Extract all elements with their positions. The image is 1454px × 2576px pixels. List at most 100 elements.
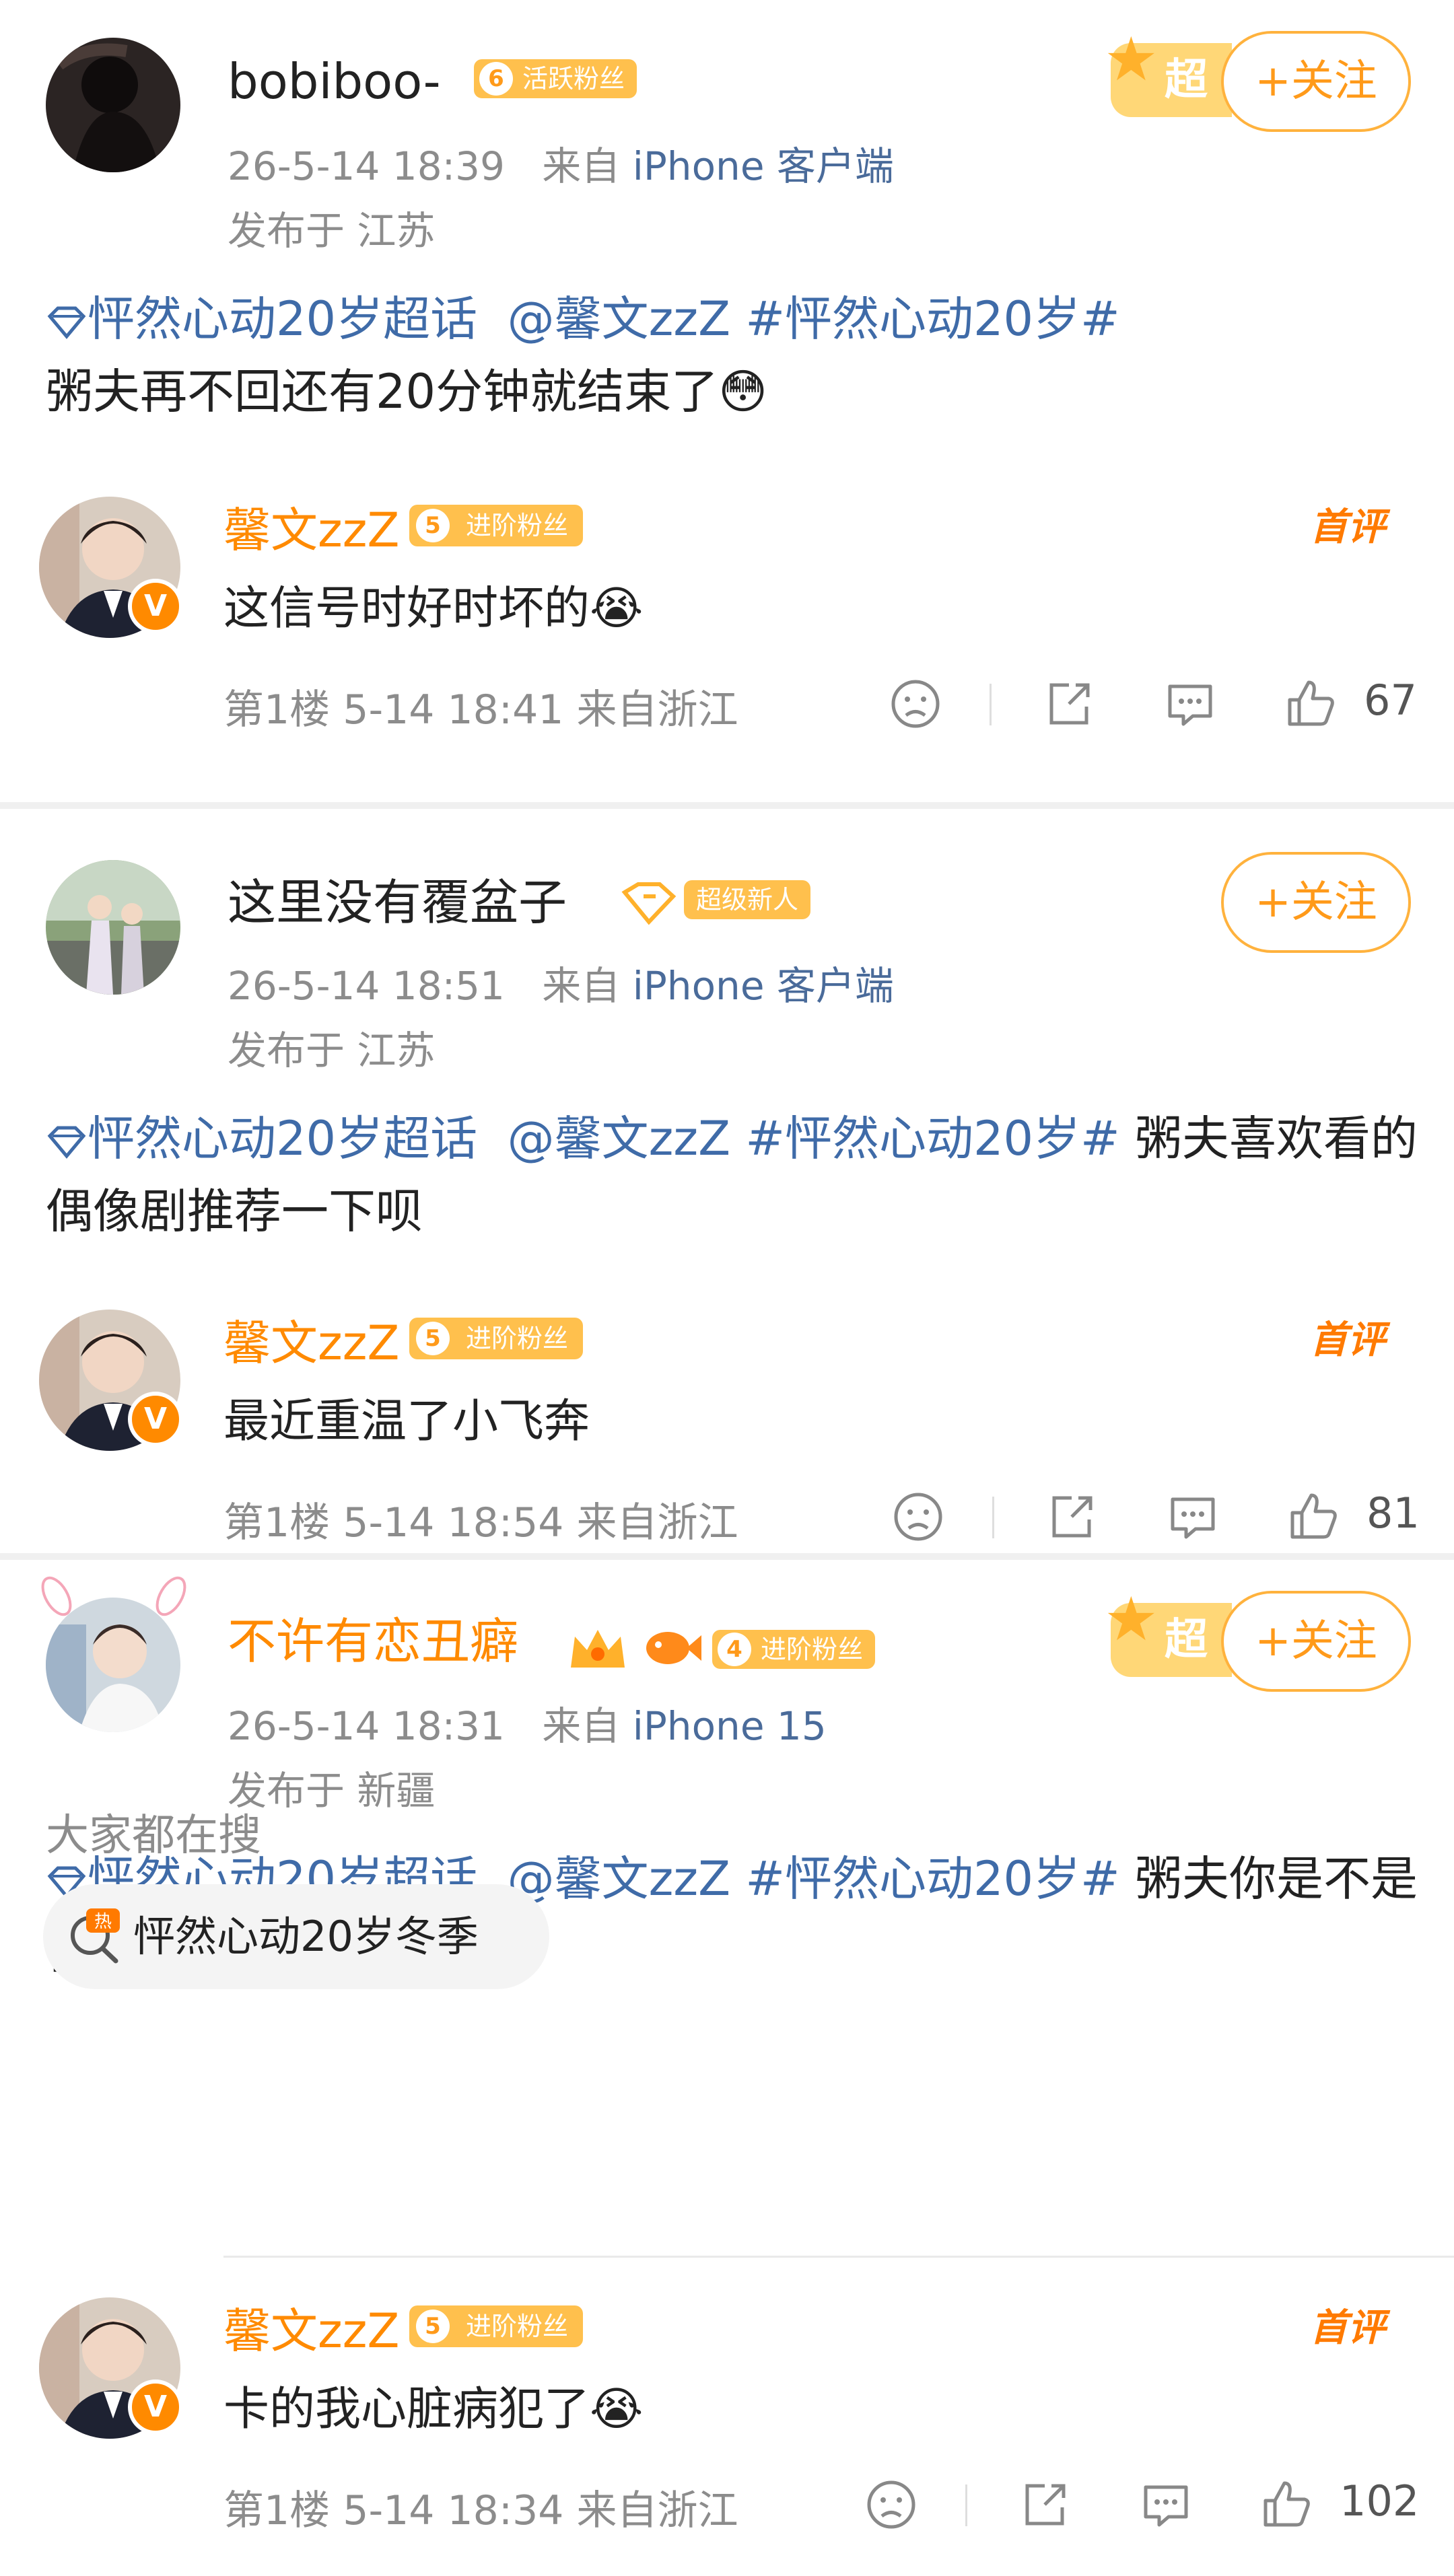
comment-username[interactable]: 馨文zzZ [223, 1305, 399, 1373]
post-text: 粥夫再不回还有20分钟就结束了😳 [46, 364, 768, 419]
first-comment-tag: 首评 [1310, 1318, 1385, 1362]
like-count: 67 [1364, 676, 1417, 725]
bunny-ears-icon [41, 1576, 186, 1616]
user-avatar[interactable] [46, 860, 180, 995]
topic-text: 怦然心动20岁超话 [88, 1111, 478, 1166]
search-hot-icon: 热 [71, 1908, 120, 1964]
comment-location: 来自浙江 [576, 2487, 738, 2534]
dislike-icon[interactable] [891, 1490, 945, 1544]
username[interactable]: 这里没有覆盆子 [228, 872, 567, 933]
post-location: 发布于 江苏 [228, 1028, 436, 1073]
post-meta: 26-5-14 18:39 来自 iPhone 客户端 [228, 135, 894, 191]
super-topic-label: 超 [1165, 55, 1208, 105]
topic-link[interactable]: 怦然心动20岁超话 [46, 1111, 477, 1166]
fan-badge-label: 进阶粉丝 [466, 2312, 569, 2341]
super-topic-badge: ★ 超 [1104, 1584, 1232, 1677]
post-time: 26-5-14 18:51 [228, 963, 505, 1009]
fan-level: 5 [416, 1322, 450, 1355]
comment-icon[interactable] [1163, 677, 1217, 731]
comment-time: 5-14 18:34 [343, 2487, 564, 2534]
floor: 第1楼 [223, 686, 331, 734]
fish-icon [646, 1632, 701, 1664]
user-avatar[interactable] [46, 38, 180, 172]
like-icon[interactable] [1287, 1490, 1341, 1544]
comment-text: 最近重温了小飞奔 [223, 1395, 590, 1448]
trending-search-chip[interactable]: 热 怦然心动20岁冬季 [43, 1884, 549, 1989]
post-body: 怦然心动20岁超话 @馨文zzZ #怦然心动20岁# 粥夫再不回还有20分钟就结… [46, 283, 1419, 428]
hashtag-link[interactable]: #怦然心动20岁# [745, 1851, 1119, 1906]
username[interactable]: bobiboo- [228, 51, 441, 112]
comment-meta: 第1楼 5-14 18:41 来自浙江 [223, 677, 738, 736]
follow-button[interactable]: +关注 [1221, 852, 1411, 953]
fan-level: 5 [416, 2310, 450, 2343]
fan-badge: 6 活跃粉丝 [474, 59, 637, 98]
trending-search-text: 怦然心动20岁冬季 [133, 1912, 479, 1961]
star-icon: ★ [1104, 1584, 1158, 1655]
post-time: 26-5-14 18:31 [228, 1703, 505, 1749]
comment-meta: 第1楼 5-14 18:34 来自浙江 [223, 2478, 738, 2536]
floor: 第1楼 [223, 2487, 331, 2534]
first-comment-tag: 首评 [1310, 2306, 1385, 2350]
comment-time: 5-14 18:41 [343, 686, 564, 734]
mention-link[interactable]: @馨文zzZ [508, 1851, 730, 1906]
comment-icon[interactable] [1139, 2478, 1193, 2532]
like-count: 102 [1340, 2476, 1420, 2526]
source-prefix: 来自 [542, 963, 621, 1009]
verified-icon: V [128, 1392, 183, 1447]
first-comment-tag: 首评 [1310, 505, 1385, 549]
weibo-post-2: 这里没有覆盆子 超级新人 +关注 26-5-14 18:51 来自 iPhone… [0, 809, 1454, 1553]
comment-location: 来自浙江 [576, 1499, 738, 1546]
newbie-icon [621, 882, 677, 925]
fan-badge: 超级新人 [684, 880, 811, 919]
comment-username[interactable]: 馨文zzZ [223, 493, 399, 561]
username[interactable]: 不许有恋丑癖 [228, 1611, 518, 1672]
follow-button[interactable]: +关注 [1221, 1591, 1411, 1692]
super-topic-badge: ★ 超 [1104, 24, 1232, 117]
topic-link[interactable]: 怦然心动20岁超话 [46, 291, 477, 347]
comment-fan-badge: 5 进阶粉丝 [409, 1318, 584, 1359]
share-icon[interactable] [1018, 2478, 1072, 2532]
post-separator [0, 802, 1454, 809]
topic-diamond-icon [47, 1126, 86, 1159]
crown-icon [571, 1630, 625, 1668]
comment-text: 这信号时好时坏的😭 [223, 582, 644, 635]
comment-username[interactable]: 馨文zzZ [223, 2293, 399, 2361]
post-source[interactable]: iPhone 客户端 [633, 963, 894, 1009]
post-separator [0, 1553, 1454, 1560]
post-meta: 26-5-14 18:51 来自 iPhone 客户端 [228, 954, 894, 1011]
hot-label: 热 [94, 1912, 112, 1932]
mention-link[interactable]: @馨文zzZ [508, 291, 730, 347]
verified-icon: V [128, 579, 183, 634]
comment-location: 来自浙江 [576, 686, 738, 734]
share-icon[interactable] [1045, 1490, 1099, 1544]
dislike-icon[interactable] [889, 677, 942, 731]
follow-button[interactable]: +关注 [1221, 31, 1411, 132]
star-icon: ★ [1104, 24, 1158, 95]
like-count: 81 [1366, 1489, 1420, 1538]
hashtag-link[interactable]: #怦然心动20岁# [745, 291, 1119, 347]
hashtag-link[interactable]: #怦然心动20岁# [745, 1111, 1119, 1166]
post-source[interactable]: iPhone 客户端 [633, 143, 894, 189]
post-source[interactable]: iPhone 15 [633, 1703, 827, 1749]
like-icon[interactable] [1284, 677, 1338, 731]
source-prefix: 来自 [542, 143, 621, 189]
fan-badge-label: 超级新人 [696, 885, 799, 915]
fan-badge-label: 进阶粉丝 [761, 1635, 864, 1664]
comment-divider [223, 2256, 1454, 2258]
fan-level: 5 [416, 509, 450, 542]
fan-badge: 4 进阶粉丝 [712, 1630, 876, 1669]
fan-level: 6 [479, 62, 513, 96]
post-location: 发布于 江苏 [228, 208, 436, 254]
verified-icon: V [128, 2380, 183, 2435]
comment-fan-badge: 5 进阶粉丝 [409, 505, 584, 546]
comment-icon[interactable] [1166, 1490, 1220, 1544]
like-icon[interactable] [1260, 2478, 1314, 2532]
weibo-post-3: 不许有恋丑癖 4 进阶粉丝 ★ 超 +关注 26-5-14 18:31 来自 i… [0, 1560, 1454, 2576]
floor: 第1楼 [223, 1499, 331, 1546]
share-icon[interactable] [1042, 677, 1096, 731]
trending-search-label: 大家都在搜 [46, 1811, 261, 1861]
comment-text: 卡的我心脏病犯了😭 [223, 2383, 644, 2436]
post-time: 26-5-14 18:39 [228, 143, 505, 189]
dislike-icon[interactable] [864, 2478, 918, 2532]
mention-link[interactable]: @馨文zzZ [508, 1111, 730, 1166]
